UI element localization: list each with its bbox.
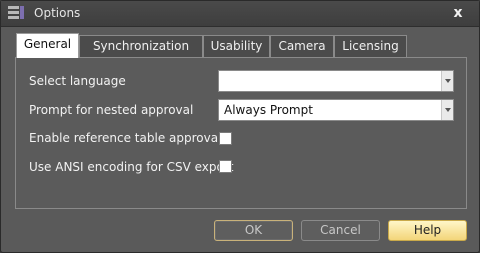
select-language-label: Select language [29,74,126,88]
enable-reference-label: Enable reference table approval [29,131,222,145]
window-title: Options [34,6,81,20]
enable-reference-checkbox[interactable] [219,132,232,145]
tab-camera[interactable]: Camera [270,35,334,57]
prompt-nested-label: Prompt for nested approval [29,103,194,117]
prompt-nested-value: Always Prompt [224,103,313,117]
tab-usability[interactable]: Usability [203,35,270,57]
use-ansi-checkbox[interactable] [219,160,232,173]
use-ansi-label: Use ANSI encoding for CSV export [29,160,234,174]
tab-synchronization[interactable]: Synchronization [79,35,203,57]
prompt-nested-dropdown[interactable]: Always Prompt [218,99,454,121]
select-language-dropdown[interactable] [218,70,454,92]
general-panel: Select language Prompt for nested approv… [15,57,467,209]
tab-licensing[interactable]: Licensing [334,35,407,57]
chevron-down-icon[interactable] [441,100,453,120]
options-dialog: Options x General Synchronization Usabil… [0,0,480,253]
chevron-down-icon[interactable] [441,71,453,91]
title-bar: Options x [1,1,479,27]
help-button[interactable]: Help [388,220,467,241]
close-icon[interactable]: x [451,5,465,21]
cancel-button[interactable]: Cancel [301,220,380,241]
tab-general[interactable]: General [16,33,79,58]
ok-button[interactable]: OK [214,220,293,241]
list-icon [8,6,24,21]
